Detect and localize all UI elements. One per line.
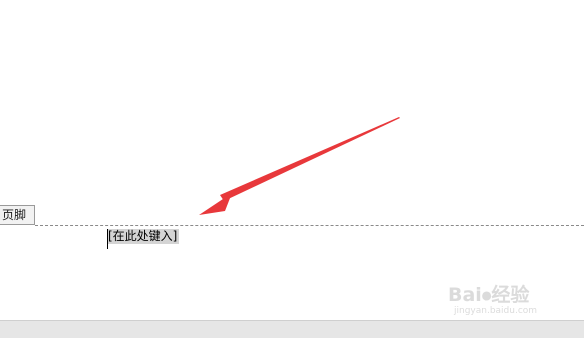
text-cursor (107, 229, 108, 249)
footer-label-text: 页脚 (2, 208, 27, 222)
document-page[interactable] (0, 0, 584, 320)
footer-label-tab: 页脚 (0, 205, 35, 225)
footer-placeholder-field[interactable]: [在此处键入] (107, 229, 180, 244)
footer-boundary-line (35, 225, 584, 226)
watermark-url-text: jingyan.baidu.com (454, 306, 538, 316)
watermark-brand-text: Bai⦁经验 (448, 284, 530, 306)
footer-placeholder-text: [在此处键入] (108, 229, 178, 243)
status-bar (0, 320, 584, 338)
